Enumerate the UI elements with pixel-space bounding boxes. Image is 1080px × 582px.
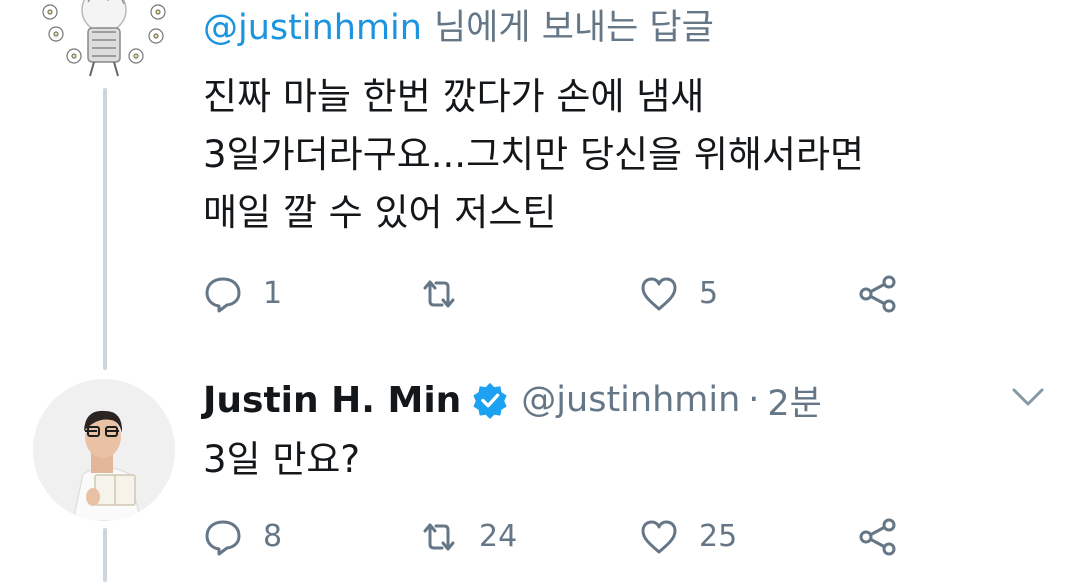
tweet-actions: 1 5 — [203, 274, 923, 314]
user-avatar[interactable] — [33, 379, 175, 521]
tweet-timestamp[interactable]: 2분 — [767, 375, 821, 426]
tweet-header: Justin H. Min @justinhmin · 2분 — [203, 376, 822, 424]
display-name[interactable]: Justin H. Min — [203, 380, 461, 421]
retweet-icon — [423, 523, 455, 551]
reply-icon — [205, 277, 241, 313]
reply-button[interactable]: 1 — [203, 274, 282, 314]
share-icon — [859, 518, 896, 556]
tweet-text: 3일 만요? — [203, 438, 361, 481]
share-button[interactable] — [858, 274, 898, 314]
chevron-down-icon[interactable] — [1010, 382, 1046, 412]
reply-count: 8 — [263, 519, 283, 554]
like-count: 25 — [699, 519, 738, 554]
verified-badge-icon — [473, 382, 507, 419]
retweet-icon — [423, 280, 455, 308]
heart-icon — [641, 277, 677, 311]
separator-dot: · — [748, 380, 760, 420]
retweet-button[interactable]: 24 — [419, 517, 517, 557]
tweet-text-line: 진짜 마늘 한번 깠다가 손에 냄새 — [203, 75, 705, 118]
tweet-actions: 8 24 25 — [203, 517, 923, 557]
tweet-text-line: 매일 깔 수 있어 저스틴 — [203, 191, 557, 234]
tweet-text-line: 3일가더라구요...그치만 당신을 위해서라면 — [203, 133, 865, 176]
reply-icon — [205, 520, 241, 556]
share-button[interactable] — [858, 517, 898, 557]
reply-count: 1 — [263, 276, 283, 311]
user-handle[interactable]: @justinhmin — [521, 380, 740, 420]
like-count: 5 — [699, 276, 719, 311]
retweet-count: 24 — [479, 519, 518, 554]
reply-button[interactable]: 8 — [203, 517, 282, 557]
mention-link[interactable]: @justinhmin — [203, 8, 422, 48]
replying-to-label: @justinhmin 님에게 보내는 답글 — [203, 4, 714, 52]
share-icon — [859, 275, 896, 313]
thread-connector-line — [103, 528, 107, 582]
user-avatar[interactable] — [38, 0, 170, 84]
like-button[interactable]: 5 — [639, 274, 718, 314]
tweet-text: 진짜 마늘 한번 깠다가 손에 냄새 3일가더라구요...그치만 당신을 위해서… — [203, 68, 1043, 242]
like-button[interactable]: 25 — [639, 517, 737, 557]
retweet-button[interactable] — [419, 274, 479, 314]
heart-icon — [641, 520, 677, 554]
thread-connector-line — [103, 88, 107, 370]
replying-to-suffix: 님에게 보내는 답글 — [433, 8, 714, 48]
